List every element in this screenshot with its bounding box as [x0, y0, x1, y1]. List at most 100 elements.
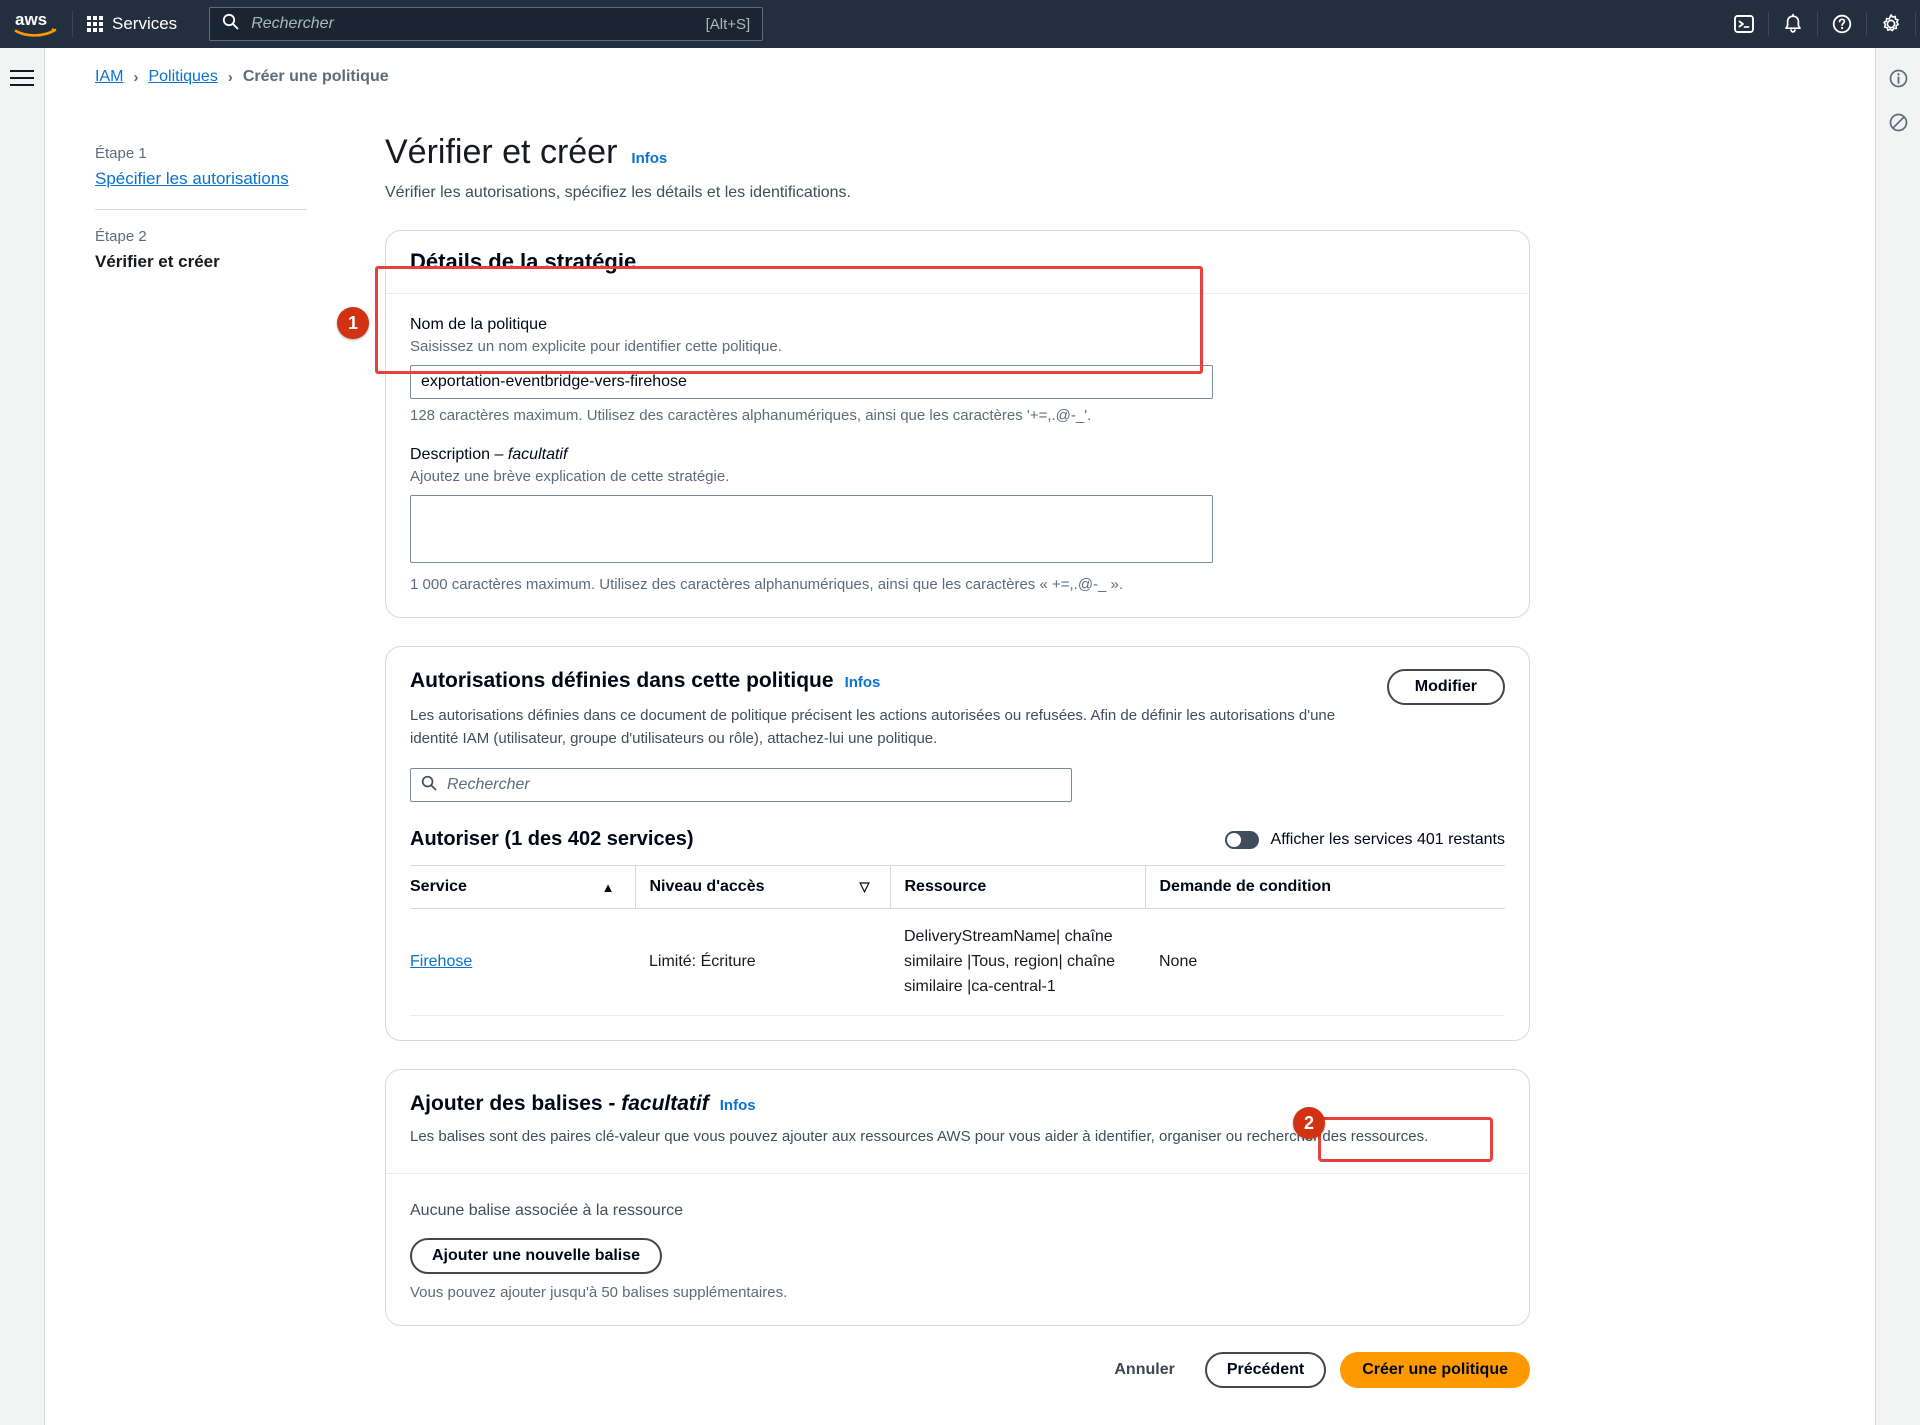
cell-resource: DeliveryStreamName| chaîne similaire |To… — [890, 908, 1145, 1017]
show-remaining-services-toggle[interactable]: Afficher les services 401 restants — [1224, 830, 1505, 849]
resource-line: similaire |ca-central-1 — [904, 977, 1056, 995]
policy-description-footnote: 1 000 caractères maximum. Utilisez des c… — [410, 576, 1124, 593]
breadcrumb-separator-icon: › — [227, 68, 233, 86]
toggle-switch[interactable] — [1224, 830, 1259, 849]
tags-description: Les balises sont des paires clé-valeur q… — [410, 1128, 1429, 1146]
permissions-table-head: Service ▲ Niveau d'accès ▽ Ressource Dem… — [410, 865, 1505, 909]
tags-title-row: Ajouter des balises - facultatif Infos — [410, 1092, 1505, 1116]
policy-description-textarea[interactable] — [410, 495, 1213, 563]
nav-icon-separator — [1915, 12, 1916, 36]
policy-details-title: Détails de la stratégie — [410, 249, 637, 274]
column-header-service[interactable]: Service ▲ — [410, 865, 636, 909]
permissions-header-text: Autorisations définies dans cette politi… — [410, 669, 1387, 750]
resource-line: similaire |Tous, region| chaîne — [904, 952, 1116, 970]
wizard-steps: Étape 1 Spécifier les autorisations Étap… — [95, 133, 355, 272]
menu-hamburger-icon[interactable] — [10, 70, 34, 86]
cell-service: Firehose — [410, 908, 635, 1017]
page-container: IAM › Politiques › Créer une politique É… — [45, 48, 1875, 1425]
search-shortcut-hint: [Alt+S] — [705, 15, 751, 33]
info-panel-icon[interactable] — [1882, 62, 1914, 94]
sort-descending-icon: ▽ — [859, 879, 870, 894]
column-header-condition-label: Demande de condition — [1159, 878, 1332, 895]
left-side-rail — [0, 48, 45, 1425]
shortcuts-panel-icon[interactable] — [1882, 106, 1914, 138]
settings-gear-icon[interactable] — [1867, 0, 1915, 48]
tags-empty-message: Aucune balise associée à la ressource — [410, 1202, 684, 1220]
policy-description-optional-text: facultatif — [507, 446, 568, 463]
tags-infos-link[interactable]: Infos — [720, 1097, 756, 1114]
page-title-row: Vérifier et créer Infos — [385, 133, 1530, 172]
footer-actions: Annuler Précédent Créer une politique — [385, 1352, 1530, 1425]
policy-description-hint: Ajoutez une brève explication de cette s… — [410, 468, 730, 485]
tags-card-body: Aucune balise associée à la ressource Aj… — [386, 1174, 1529, 1325]
sidebar-item-specify-permissions[interactable]: Spécifier les autorisations — [95, 169, 355, 189]
tags-title-optional: facultatif — [621, 1092, 709, 1116]
annotation-badge-1: 1 — [337, 307, 369, 339]
permissions-summary-bar: Autoriser (1 des 402 services) Afficher … — [410, 828, 1505, 851]
aws-logo[interactable]: aws — [0, 0, 72, 48]
services-menu-button[interactable]: Services — [73, 0, 191, 48]
policy-name-label: Nom de la politique — [410, 316, 547, 333]
right-side-rail — [1875, 48, 1920, 1425]
policy-name-input[interactable] — [410, 365, 1213, 399]
page-title: Vérifier et créer — [385, 133, 618, 171]
topnav-icon-group — [1720, 0, 1920, 48]
permissions-search-input[interactable] — [445, 775, 1061, 795]
service-link-firehose[interactable]: Firehose — [410, 953, 472, 970]
permissions-title-row: Autorisations définies dans cette politi… — [410, 669, 1361, 693]
policy-description-field-group: Description – facultatif Ajoutez une brè… — [410, 446, 1505, 593]
breadcrumb-separator-icon: › — [133, 68, 139, 86]
previous-button[interactable]: Précédent — [1204, 1352, 1327, 1389]
tags-title: Ajouter des balises - facultatif — [410, 1092, 709, 1116]
tags-card-header-body: Ajouter des balises - facultatif Infos L… — [386, 1070, 1529, 1173]
create-policy-button[interactable]: Créer une politique — [1340, 1352, 1530, 1389]
column-header-access-level[interactable]: Niveau d'accès ▽ — [635, 865, 891, 909]
allow-services-count: Autoriser (1 des 402 services) — [410, 828, 694, 850]
help-question-icon[interactable] — [1818, 0, 1866, 48]
column-header-condition[interactable]: Demande de condition — [1145, 865, 1505, 909]
cancel-button[interactable]: Annuler — [1098, 1354, 1190, 1386]
sort-ascending-icon: ▲ — [601, 879, 615, 895]
svg-text:aws: aws — [15, 10, 47, 29]
breadcrumb-item-iam[interactable]: IAM — [95, 68, 123, 86]
modify-permissions-button[interactable]: Modifier — [1386, 669, 1505, 705]
services-label: Services — [112, 14, 178, 33]
grid-icon — [87, 16, 103, 32]
tags-limit-note: Vous pouvez ajouter jusqu'à 50 balises s… — [410, 1284, 788, 1302]
tags-card: Ajouter des balises - facultatif Infos L… — [385, 1069, 1530, 1327]
cell-access-level: Limité: Écriture — [635, 908, 890, 1017]
toggle-label: Afficher les services 401 restants — [1270, 830, 1505, 848]
permissions-infos-link[interactable]: Infos — [845, 674, 881, 691]
column-header-resource[interactable]: Ressource — [890, 865, 1146, 909]
policy-name-hint: Saisissez un nom explicite pour identifi… — [410, 338, 782, 355]
permissions-title: Autorisations définies dans cette politi… — [410, 669, 834, 692]
cloudshell-icon[interactable] — [1720, 0, 1768, 48]
permissions-description: Les autorisations définies dans ce docum… — [410, 707, 1336, 747]
breadcrumb-item-politiques[interactable]: Politiques — [148, 68, 217, 86]
breadcrumb: IAM › Politiques › Créer une politique — [45, 48, 1875, 86]
page-subtitle: Vérifier les autorisations, spécifiez le… — [385, 184, 851, 201]
global-search-bar[interactable]: [Alt+S] — [209, 7, 764, 41]
main-column: Vérifier et créer Infos Vérifier les aut… — [385, 133, 1530, 1425]
page-infos-link[interactable]: Infos — [631, 150, 667, 167]
breadcrumb-item-current: Créer une politique — [242, 68, 389, 85]
tags-title-text: Ajouter des balises - — [410, 1092, 616, 1116]
add-new-tag-button[interactable]: Ajouter une nouvelle balise — [410, 1238, 663, 1275]
policy-description-label: Description – facultatif — [410, 446, 1505, 464]
wizard-step-2: Étape 2 Vérifier et créer — [95, 210, 355, 272]
permissions-card-body: Autorisations définies dans cette politi… — [386, 647, 1529, 1040]
column-header-service-label: Service — [410, 878, 467, 895]
resource-line: DeliveryStreamName| chaîne — [904, 928, 1113, 945]
top-navigation-bar: aws Services [Alt+S] — [0, 0, 1920, 48]
content-scroll-area: IAM › Politiques › Créer une politique É… — [45, 48, 1875, 1425]
search-icon — [421, 775, 437, 796]
policy-details-header: Détails de la stratégie — [386, 231, 1529, 294]
notifications-bell-icon[interactable] — [1769, 0, 1817, 48]
wizard-step-1: Étape 1 Spécifier les autorisations — [95, 133, 355, 189]
permissions-search-box[interactable] — [410, 768, 1072, 802]
policy-name-footnote: 128 caractères maximum. Utilisez des car… — [410, 407, 1092, 424]
permissions-card: Autorisations définies dans cette politi… — [385, 646, 1530, 1042]
permissions-table-body: Firehose Limité: Écriture DeliveryStream… — [410, 908, 1505, 1017]
global-search-input[interactable] — [249, 14, 698, 34]
policy-name-field-group: Nom de la politique Saisissez un nom exp… — [410, 316, 1505, 424]
